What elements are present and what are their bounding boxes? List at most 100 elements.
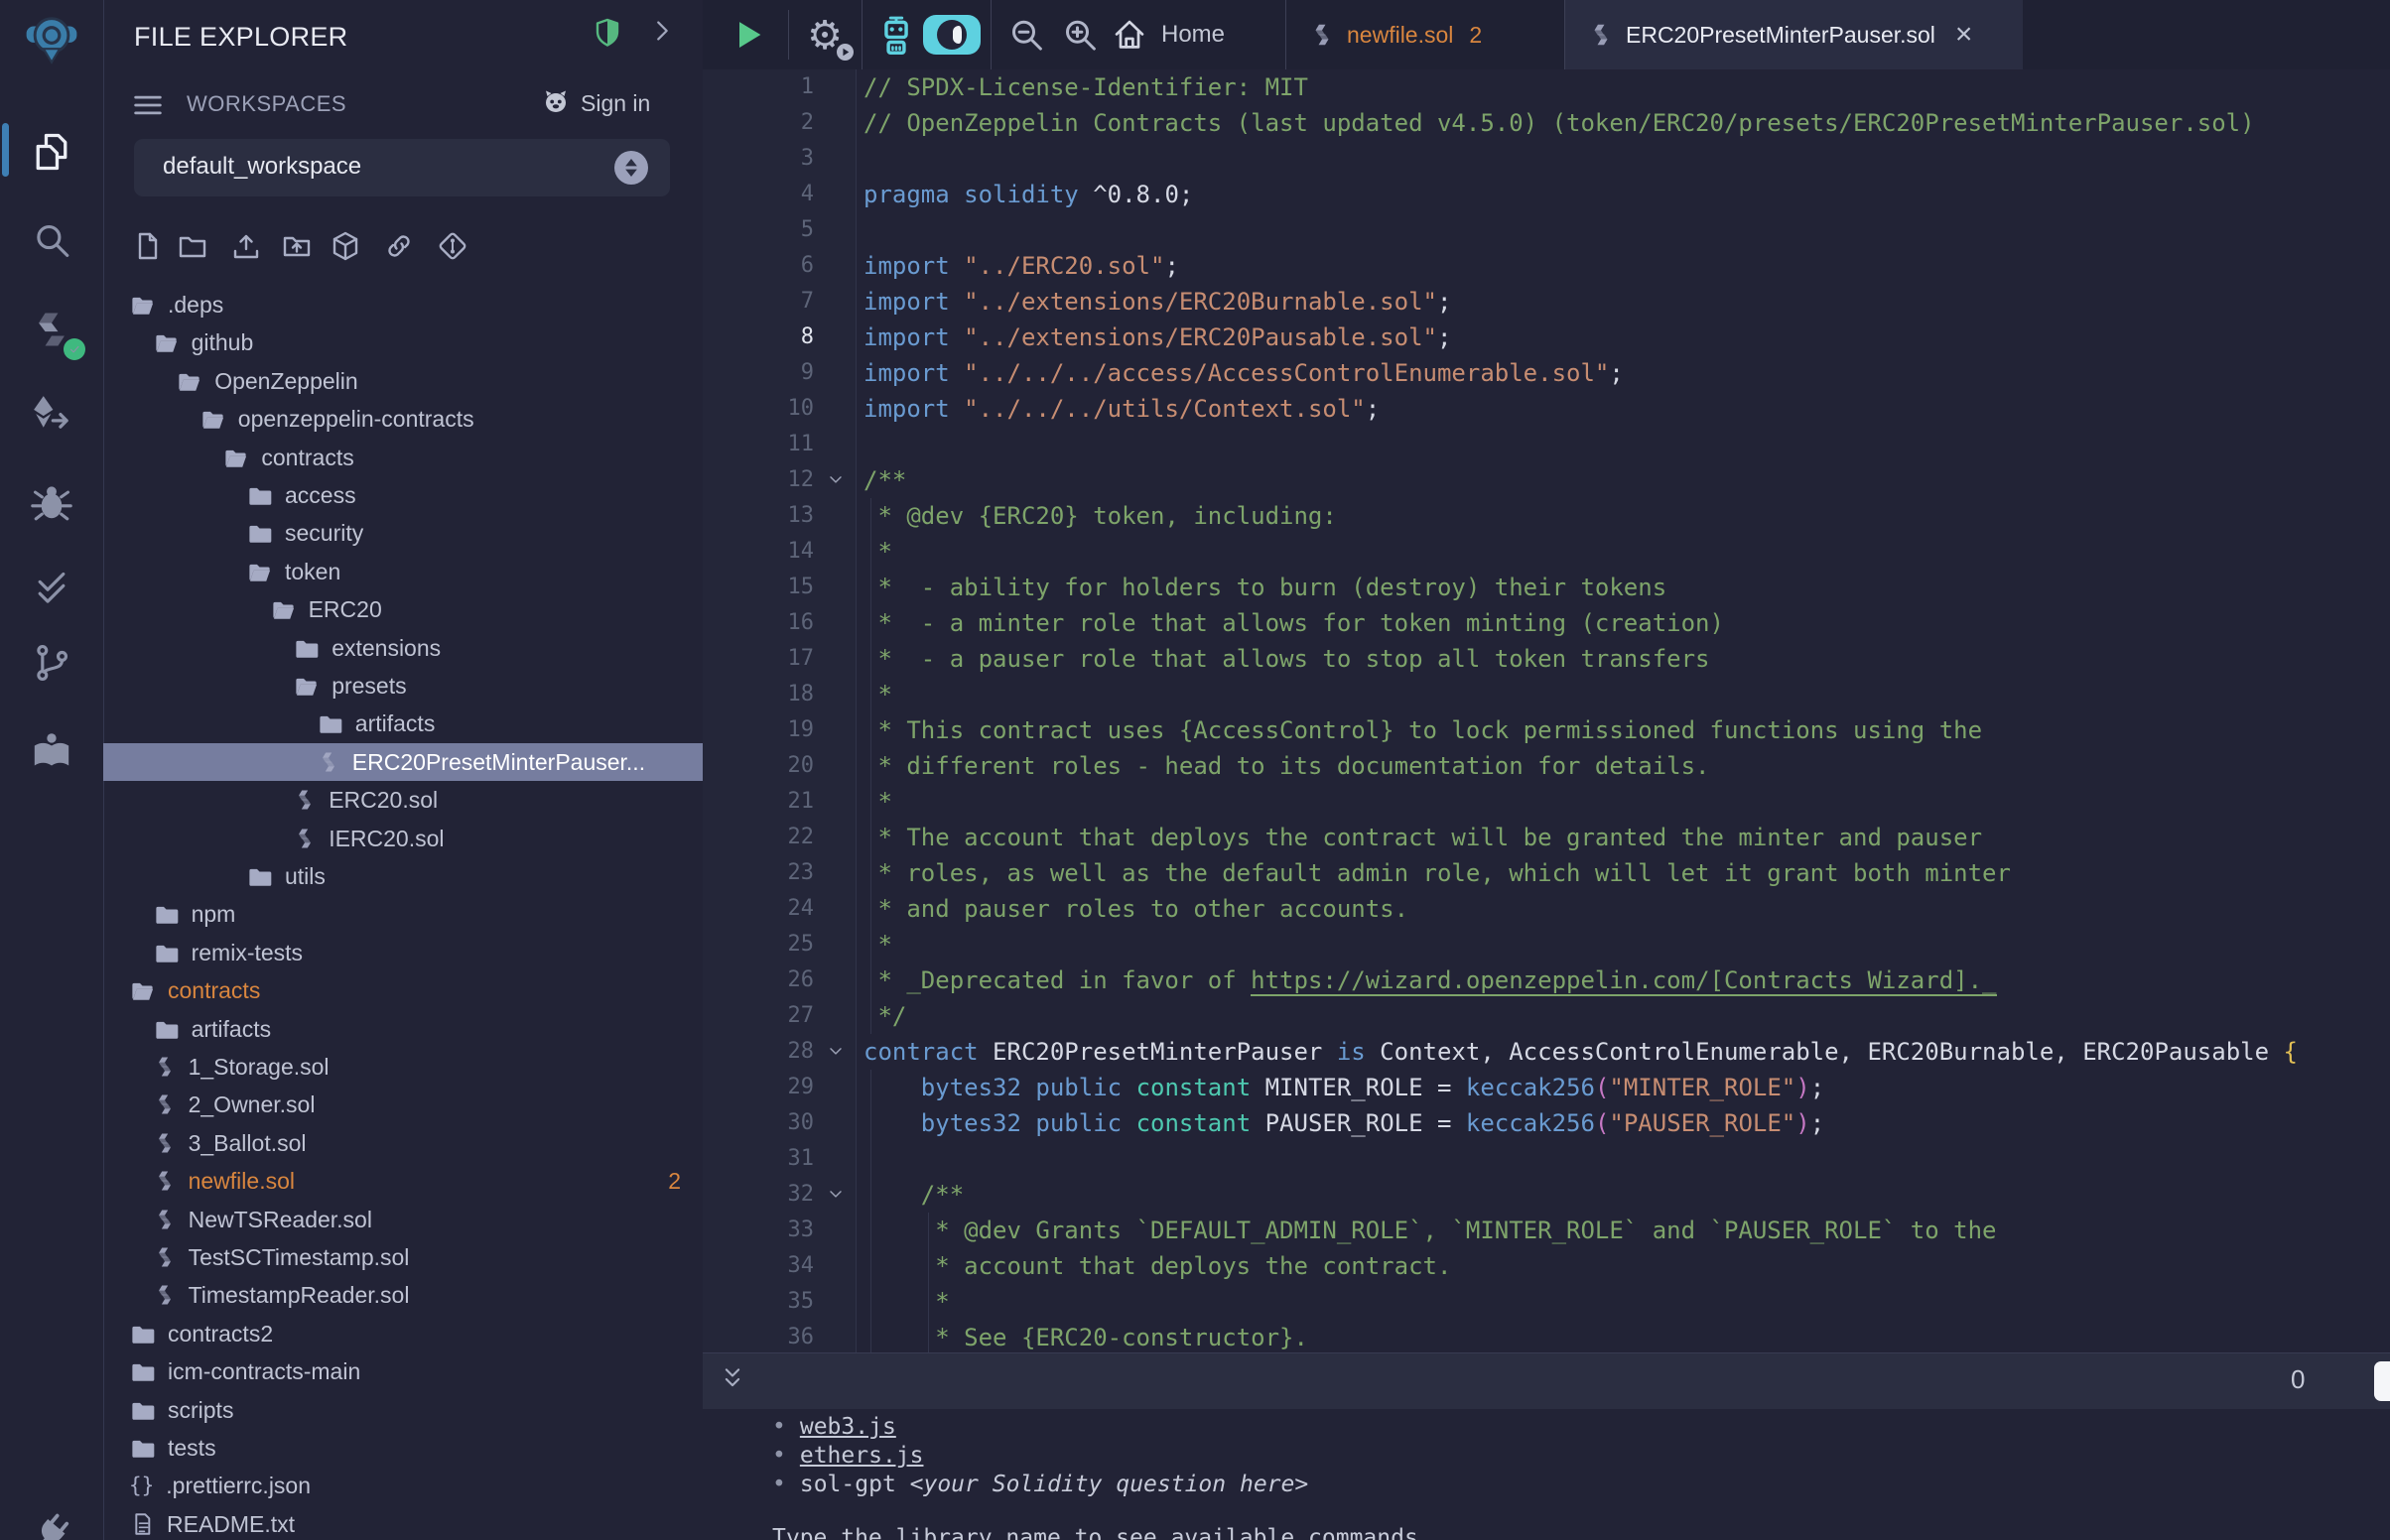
new-file-icon[interactable] bbox=[131, 230, 163, 262]
code-editor[interactable]: 1// SPDX-License-Identifier: MIT2// Open… bbox=[703, 69, 2390, 1352]
tree-item-contracts[interactable]: contracts bbox=[103, 439, 703, 476]
tree-item-erc20[interactable]: ERC20 bbox=[103, 590, 703, 628]
code-line-10[interactable]: 10import "../../../utils/Context.sol"; bbox=[703, 391, 2390, 427]
tree-item-artifacts[interactable]: artifacts bbox=[103, 705, 703, 742]
tab-erc20presetminterpauser-sol[interactable]: ERC20PresetMinterPauser.sol× bbox=[1564, 0, 2023, 69]
tree-item-remix-tests[interactable]: remix-tests bbox=[103, 934, 703, 971]
cube-icon[interactable] bbox=[330, 230, 361, 262]
code-line-13[interactable]: 13 * @dev {ERC20} token, including: bbox=[703, 498, 2390, 534]
code-line-1[interactable]: 1// SPDX-License-Identifier: MIT bbox=[703, 69, 2390, 105]
close-icon[interactable]: × bbox=[1955, 20, 1973, 50]
new-folder-icon[interactable] bbox=[177, 230, 208, 262]
code-line-15[interactable]: 15 * - ability for holders to burn (dest… bbox=[703, 570, 2390, 605]
sign-in-button[interactable]: Sign in bbox=[540, 87, 650, 119]
code-line-24[interactable]: 24 * and pauser roles to other accounts. bbox=[703, 891, 2390, 927]
clone-git-icon[interactable] bbox=[437, 230, 468, 262]
tree-item-deps[interactable]: .deps bbox=[103, 286, 703, 323]
sidebar-item-search[interactable] bbox=[0, 216, 103, 266]
compiler-settings-button[interactable]: ⚙ bbox=[802, 13, 848, 59]
upload-folder-icon[interactable] bbox=[281, 230, 313, 262]
tree-item-contracts2[interactable]: contracts2 bbox=[103, 1315, 703, 1352]
tab-newfile-sol[interactable]: newfile.sol2 bbox=[1285, 0, 1564, 69]
code-line-33[interactable]: 33 * @dev Grants `DEFAULT_ADMIN_ROLE`, `… bbox=[703, 1213, 2390, 1248]
sidebar-item-deploy-run[interactable] bbox=[0, 388, 103, 440]
tree-item-artifacts[interactable]: artifacts bbox=[103, 1010, 703, 1048]
run-script-button[interactable] bbox=[729, 15, 768, 55]
tree-item-token[interactable]: token bbox=[103, 553, 703, 590]
tree-item-openzeppelin-contracts[interactable]: openzeppelin-contracts bbox=[103, 400, 703, 438]
workspaces-menu-icon[interactable] bbox=[130, 87, 166, 123]
tree-item-tests[interactable]: tests bbox=[103, 1429, 703, 1467]
code-line-17[interactable]: 17 * - a pauser role that allows to stop… bbox=[703, 641, 2390, 677]
code-line-4[interactable]: 4pragma solidity ^0.8.0; bbox=[703, 177, 2390, 212]
sidebar-item-file-explorer[interactable] bbox=[0, 126, 103, 178]
code-line-5[interactable]: 5 bbox=[703, 212, 2390, 248]
tree-item-erc20presetminterpauser[interactable]: ERC20PresetMinterPauser... bbox=[103, 743, 703, 781]
code-line-21[interactable]: 21 * bbox=[703, 784, 2390, 820]
code-line-12[interactable]: 12/** bbox=[703, 462, 2390, 498]
tree-item-prettierrc-json[interactable]: {}.prettierrc.json bbox=[103, 1467, 703, 1504]
fold-chevron-icon[interactable] bbox=[826, 1185, 846, 1205]
chevron-right-icon[interactable] bbox=[647, 16, 677, 46]
code-line-11[interactable]: 11 bbox=[703, 427, 2390, 462]
upload-file-icon[interactable] bbox=[230, 230, 262, 262]
tree-item-security[interactable]: security bbox=[103, 514, 703, 552]
code-line-20[interactable]: 20 * different roles - head to its docum… bbox=[703, 748, 2390, 784]
code-line-30[interactable]: 30 bytes32 public constant PAUSER_ROLE =… bbox=[703, 1105, 2390, 1141]
tree-item-access[interactable]: access bbox=[103, 476, 703, 514]
code-line-27[interactable]: 27 */ bbox=[703, 998, 2390, 1034]
code-line-29[interactable]: 29 bytes32 public constant MINTER_ROLE =… bbox=[703, 1070, 2390, 1105]
tree-item-3-ballot-sol[interactable]: 3_Ballot.sol bbox=[103, 1124, 703, 1162]
ai-copilot-toggle[interactable] bbox=[923, 15, 981, 55]
tree-item-scripts[interactable]: scripts bbox=[103, 1391, 703, 1429]
tree-item-presets[interactable]: presets bbox=[103, 667, 703, 705]
code-line-3[interactable]: 3 bbox=[703, 141, 2390, 177]
code-line-28[interactable]: 28contract ERC20PresetMinterPauser is Co… bbox=[703, 1034, 2390, 1070]
code-line-9[interactable]: 9import "../../../access/AccessControlEn… bbox=[703, 355, 2390, 391]
code-line-7[interactable]: 7import "../extensions/ERC20Burnable.sol… bbox=[703, 284, 2390, 320]
code-line-18[interactable]: 18 * bbox=[703, 677, 2390, 712]
tree-item-github[interactable]: github bbox=[103, 323, 703, 361]
ai-assistant-button[interactable] bbox=[873, 13, 919, 59]
code-line-34[interactable]: 34 * account that deploys the contract. bbox=[703, 1248, 2390, 1284]
sidebar-item-learneth[interactable] bbox=[0, 725, 103, 777]
code-line-16[interactable]: 16 * - a minter role that allows for tok… bbox=[703, 605, 2390, 641]
code-line-22[interactable]: 22 * The account that deploys the contra… bbox=[703, 820, 2390, 855]
tree-item-erc20-sol[interactable]: ERC20.sol bbox=[103, 781, 703, 819]
zoom-out-button[interactable] bbox=[1004, 14, 1048, 58]
code-line-35[interactable]: 35 * bbox=[703, 1284, 2390, 1320]
code-line-26[interactable]: 26 * _Deprecated in favor of https://wiz… bbox=[703, 962, 2390, 998]
code-line-19[interactable]: 19 * This contract uses {AccessControl} … bbox=[703, 712, 2390, 748]
terminal-expand-icon[interactable] bbox=[719, 1365, 746, 1393]
sidebar-item-plugin-manager[interactable] bbox=[0, 1508, 103, 1540]
sidebar-item-solidity-compiler[interactable] bbox=[0, 303, 103, 356]
sidebar-item-git[interactable] bbox=[0, 638, 103, 688]
terminal-suggestion-sol-gpt[interactable]: •sol-gpt <your Solidity question here> bbox=[772, 1470, 1308, 1499]
tree-item-timestampreader-sol[interactable]: TimestampReader.sol bbox=[103, 1276, 703, 1314]
code-line-25[interactable]: 25 * bbox=[703, 927, 2390, 962]
tree-item-2-owner-sol[interactable]: 2_Owner.sol bbox=[103, 1086, 703, 1123]
tree-item-openzeppelin[interactable]: OpenZeppelin bbox=[103, 362, 703, 400]
terminal-suggestion-ethers-js[interactable]: •ethers.js bbox=[772, 1441, 923, 1471]
tree-item-extensions[interactable]: extensions bbox=[103, 629, 703, 667]
tree-item-ierc20-sol[interactable]: IERC20.sol bbox=[103, 820, 703, 857]
sidebar-item-remix-logo[interactable] bbox=[0, 8, 103, 73]
code-line-14[interactable]: 14 * bbox=[703, 534, 2390, 570]
tab-home[interactable]: Home bbox=[1112, 0, 1225, 69]
tree-item-newfile-sol[interactable]: newfile.sol2 bbox=[103, 1162, 703, 1200]
code-line-8[interactable]: 8import "../extensions/ERC20Pausable.sol… bbox=[703, 320, 2390, 355]
fold-chevron-icon[interactable] bbox=[826, 470, 846, 490]
code-line-2[interactable]: 2// OpenZeppelin Contracts (last updated… bbox=[703, 105, 2390, 141]
tree-item-testsctimestamp-sol[interactable]: TestSCTimestamp.sol bbox=[103, 1238, 703, 1276]
workspace-select[interactable]: default_workspace bbox=[134, 139, 670, 196]
tree-item-1-storage-sol[interactable]: 1_Storage.sol bbox=[103, 1048, 703, 1086]
tree-item-newtsreader-sol[interactable]: NewTSReader.sol bbox=[103, 1201, 703, 1238]
code-line-23[interactable]: 23 * roles, as well as the default admin… bbox=[703, 855, 2390, 891]
tree-item-readme-txt[interactable]: README.txt bbox=[103, 1505, 703, 1540]
tree-item-icm-contracts-main[interactable]: icm-contracts-main bbox=[103, 1352, 703, 1390]
terminal-suggestion-web3-js[interactable]: •web3.js bbox=[772, 1412, 896, 1442]
fold-chevron-icon[interactable] bbox=[826, 1042, 846, 1062]
code-line-32[interactable]: 32 /** bbox=[703, 1177, 2390, 1213]
terminal-link[interactable]: ethers.js bbox=[800, 1443, 924, 1469]
zoom-in-button[interactable] bbox=[1058, 14, 1102, 58]
